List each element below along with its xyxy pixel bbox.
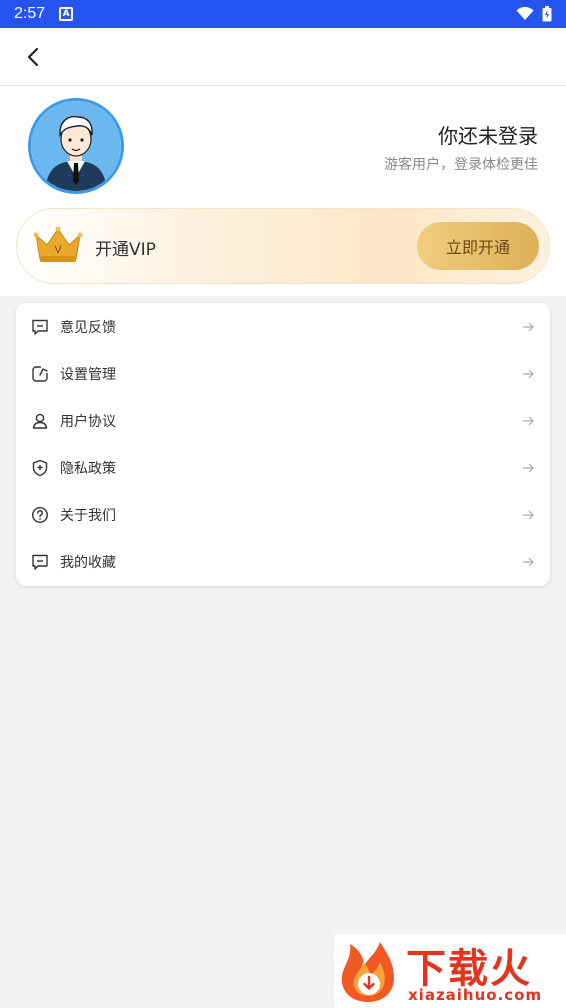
user-name[interactable]: 你还未登录 <box>438 120 538 149</box>
avatar[interactable] <box>28 98 124 194</box>
user-icon <box>30 411 50 431</box>
menu-item-user-agreement[interactable]: 用户协议 <box>16 397 550 444</box>
menu-card: 意见反馈 设置管理 用户协议 隐私政策 关于我们 我的收藏 <box>16 303 550 586</box>
status-time: 2:57 <box>14 5 46 22</box>
watermark-domain: xiazaihuo.com <box>408 986 543 1004</box>
status-icons <box>516 6 552 22</box>
status-bar: 2:57 A <box>0 0 566 28</box>
menu-item-label: 用户协议 <box>60 413 116 430</box>
arrow-right-icon <box>520 554 536 570</box>
wifi-icon <box>516 7 534 20</box>
menu-item-label: 隐私政策 <box>60 460 116 477</box>
menu-item-privacy[interactable]: 隐私政策 <box>16 444 550 491</box>
favorites-icon <box>30 552 50 572</box>
menu-item-about-us[interactable]: 关于我们 <box>16 491 550 538</box>
a-icon: A <box>59 7 74 21</box>
arrow-right-icon <box>520 319 536 335</box>
user-subtitle: 游客用户，登录体检更佳 <box>384 157 538 173</box>
menu-item-label: 设置管理 <box>60 366 116 383</box>
menu-item-feedback[interactable]: 意见反馈 <box>16 303 550 350</box>
menu-item-settings[interactable]: 设置管理 <box>16 350 550 397</box>
menu-item-favorites[interactable]: 我的收藏 <box>16 538 550 585</box>
shield-icon <box>30 458 50 478</box>
avatar-illustration <box>31 101 121 191</box>
arrow-right-icon <box>520 507 536 523</box>
chevron-left-icon <box>27 47 39 67</box>
arrow-right-icon <box>520 460 536 476</box>
help-icon <box>30 505 50 525</box>
crown-icon: V <box>33 226 83 262</box>
battery-icon <box>542 6 552 22</box>
feedback-icon <box>30 317 50 337</box>
open-vip-button[interactable]: 立即开通 <box>417 222 539 270</box>
arrow-right-icon <box>520 413 536 429</box>
menu-item-label: 关于我们 <box>60 507 116 524</box>
toolbar <box>0 28 566 86</box>
vip-label: 开通VIP <box>95 240 156 260</box>
settings-icon <box>30 364 50 384</box>
vip-banner[interactable]: V 开通VIP 立即开通 <box>16 208 550 284</box>
watermark: 下载火 xiazaihuo.com <box>334 934 566 1008</box>
menu-item-label: 我的收藏 <box>60 554 116 571</box>
arrow-right-icon <box>520 366 536 382</box>
svg-text:V: V <box>54 244 62 256</box>
flame-logo-icon <box>341 942 394 1002</box>
profile-section: 你还未登录 游客用户，登录体检更佳 V 开通VIP 立即开通 <box>0 86 566 296</box>
back-button[interactable] <box>18 42 48 72</box>
menu-item-label: 意见反馈 <box>60 319 116 336</box>
